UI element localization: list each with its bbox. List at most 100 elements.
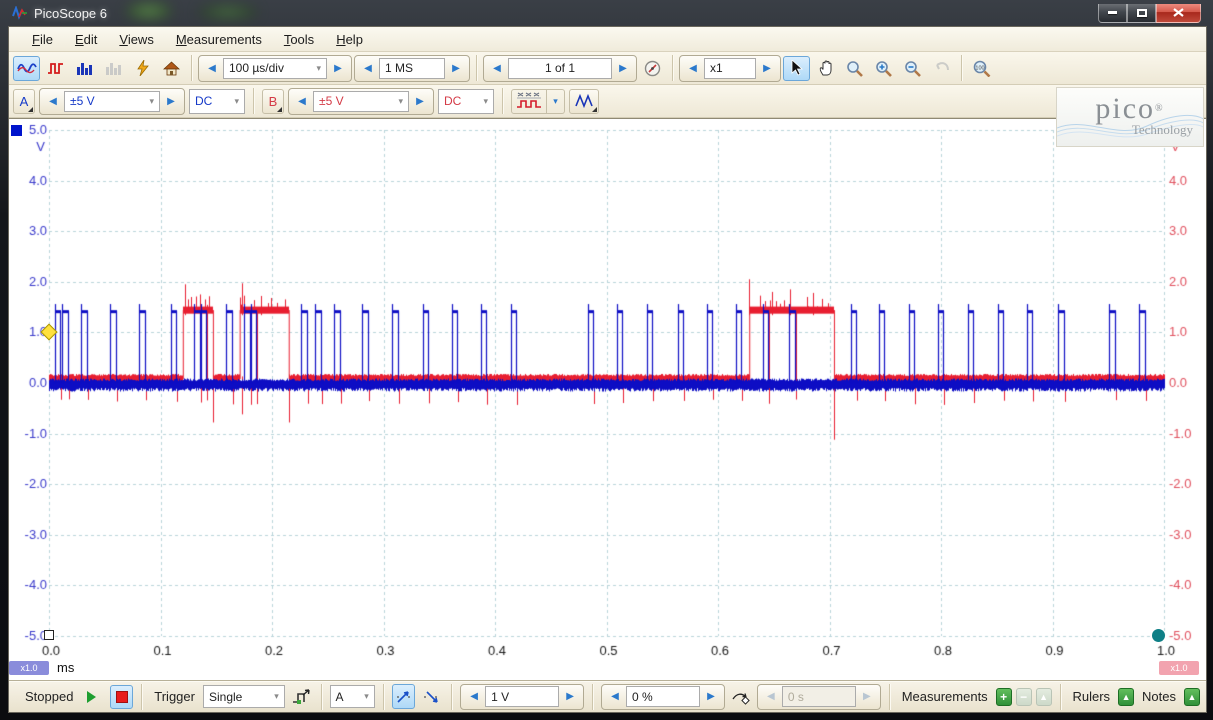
chevron-down-icon: ▾ — [553, 95, 558, 106]
spectrum-icon — [76, 63, 92, 75]
falling-edge-button[interactable] — [419, 684, 443, 709]
rulers-button[interactable]: ▲ — [1118, 687, 1135, 706]
channel-a-coupling-select[interactable]: DC ▾ — [189, 88, 245, 114]
app-icon — [12, 6, 28, 20]
zoom-out-tool-button[interactable] — [899, 56, 926, 81]
trigger-mode-select[interactable]: Single ▾ — [202, 685, 285, 708]
samples-decrease-button[interactable]: ◀ — [357, 57, 379, 80]
trigger-level-input[interactable]: 1 V — [485, 686, 560, 707]
add-measurement-button[interactable]: + — [995, 687, 1012, 706]
titlebar[interactable]: PicoScope 6 — [8, 0, 1207, 26]
samples-increase-button[interactable]: ▶ — [445, 57, 467, 80]
channel-a-range-decrease-button[interactable]: ◀ — [42, 90, 64, 113]
trigger-level-control: ◀ 1 V ▶ — [460, 683, 585, 710]
persistence-view-button[interactable] — [42, 56, 69, 81]
window-title: PicoScope 6 — [34, 5, 107, 21]
zoom-out-icon — [905, 60, 921, 77]
zoom-decrease-button[interactable]: ◀ — [682, 57, 704, 80]
trigger-source-select[interactable]: A ▾ — [329, 685, 375, 708]
timebase-decrease-button[interactable]: ◀ — [201, 57, 223, 80]
home-icon — [163, 60, 180, 75]
channel-b-range-select[interactable]: ±5 V ▾ — [313, 90, 409, 112]
timebase-increase-button[interactable]: ▶ — [327, 57, 349, 80]
separator — [888, 683, 890, 710]
trigger-level-decrease-button[interactable]: ◀ — [463, 685, 485, 708]
channel-b-menu-button[interactable]: B — [262, 88, 284, 114]
trigger-level-increase-button[interactable]: ▶ — [559, 685, 581, 708]
x-axis-unit-label: ms — [57, 660, 75, 675]
trigger-delay-increase-button: ▶ — [856, 685, 878, 708]
scope-plot-canvas[interactable] — [9, 119, 1206, 679]
menu-file[interactable]: File — [21, 29, 64, 50]
advanced-trigger-icon — [292, 688, 310, 704]
menu-help[interactable]: Help — [325, 29, 374, 50]
trigger-time-marker-button[interactable] — [729, 684, 753, 709]
bottom-left-handle[interactable] — [44, 630, 54, 640]
digital-inputs-dropdown-button[interactable]: ▾ — [547, 88, 565, 114]
buffer-previous-button[interactable]: ◀ — [486, 57, 508, 80]
channels-toolbar: A ◀ ±5 V ▾ ▶ DC ▾ B ◀ ±5 V ▾ ▶ DC ▾ ▾ pi… — [9, 85, 1206, 147]
up-triangle-icon: ▲ — [1039, 691, 1049, 702]
rising-edge-button[interactable] — [391, 684, 416, 709]
left-axis-scale-badge[interactable]: x1.0 — [9, 661, 49, 675]
pre-trigger-input[interactable]: 0 % — [626, 686, 700, 707]
home-settings-button[interactable] — [158, 56, 185, 81]
channel-b-range-decrease-button[interactable]: ◀ — [291, 90, 313, 113]
separator — [141, 683, 143, 710]
right-axis-scale-badge[interactable]: x1.0 — [1159, 661, 1199, 675]
signal-generator-button[interactable] — [569, 88, 599, 114]
hand-icon — [819, 60, 831, 76]
advanced-trigger-button[interactable] — [289, 684, 313, 709]
notes-button[interactable]: ▲ — [1183, 687, 1200, 706]
zoom-input[interactable]: x1 — [704, 57, 756, 79]
trigger-delay-input: 0 s — [781, 686, 856, 707]
run-stop-state-button[interactable]: Stopped — [15, 686, 106, 707]
scope-view-button[interactable] — [13, 55, 40, 81]
digital-inputs-button[interactable] — [511, 88, 547, 114]
hand-tool-button[interactable] — [812, 56, 839, 81]
plus-icon: + — [1000, 689, 1008, 704]
statusbar: Stopped Trigger Single ▾ A ▾ ◀ 1 V ▶ ◀ 0… — [9, 680, 1206, 712]
stop-button[interactable] — [110, 684, 134, 709]
lightning-icon — [136, 60, 149, 76]
zoom-full-button[interactable]: 100 — [968, 56, 995, 81]
channel-a-menu-button[interactable]: A — [13, 88, 35, 114]
zoom-in-tool-button[interactable] — [870, 56, 897, 81]
menu-measurements[interactable]: Measurements — [165, 29, 273, 50]
pre-trigger-increase-button[interactable]: ▶ — [700, 685, 722, 708]
zoom-100-icon: 100 — [973, 60, 991, 77]
menu-tools[interactable]: Tools — [273, 29, 325, 50]
trigger-point-marker[interactable] — [1152, 629, 1165, 642]
buffer-overview-icon — [644, 60, 661, 76]
buffer-next-button[interactable]: ▶ — [612, 57, 634, 80]
close-button[interactable] — [1156, 3, 1201, 23]
auto-setup-button[interactable] — [129, 56, 156, 81]
spectrum-persistence-icon — [105, 63, 121, 75]
chevron-down-icon: ▾ — [364, 691, 369, 701]
separator — [502, 88, 503, 114]
channel-a-range-select[interactable]: ±5 V ▾ — [64, 90, 160, 112]
menu-edit[interactable]: Edit — [64, 29, 108, 50]
titlebar-glass-reflection — [198, 4, 258, 20]
marquee-zoom-tool-button[interactable] — [841, 56, 868, 81]
chevron-down-icon: ▾ — [234, 95, 239, 106]
scope-view-icon — [16, 63, 37, 74]
buffer-overview-button[interactable] — [639, 56, 666, 81]
pre-trigger-decrease-button[interactable]: ◀ — [604, 685, 626, 708]
main-toolbar: ◀ 100 µs/div ▾ ▶ ◀ 1 MS ▶ ◀ 1 of 1 ▶ ◀ x… — [9, 52, 1206, 85]
up-triangle-icon: ▲ — [1187, 691, 1197, 702]
buffer-indicator: 1 of 1 — [508, 57, 612, 79]
minimize-button[interactable] — [1098, 3, 1127, 23]
normal-selection-tool-button[interactable] — [783, 55, 810, 81]
channel-b-coupling-select[interactable]: DC ▾ — [438, 88, 494, 114]
channel-a-axis-marker[interactable] — [11, 125, 22, 136]
channel-b-range-increase-button[interactable]: ▶ — [409, 90, 431, 113]
channel-a-range-increase-button[interactable]: ▶ — [160, 90, 182, 113]
zoom-increase-button[interactable]: ▶ — [756, 57, 778, 80]
maximize-button[interactable] — [1127, 3, 1156, 23]
timebase-select[interactable]: 100 µs/div ▾ — [223, 57, 327, 79]
menu-views[interactable]: Views — [108, 29, 164, 50]
samples-input[interactable]: 1 MS — [379, 57, 445, 79]
samples-control: ◀ 1 MS ▶ — [354, 54, 470, 82]
spectrum-view-button[interactable] — [71, 56, 98, 81]
